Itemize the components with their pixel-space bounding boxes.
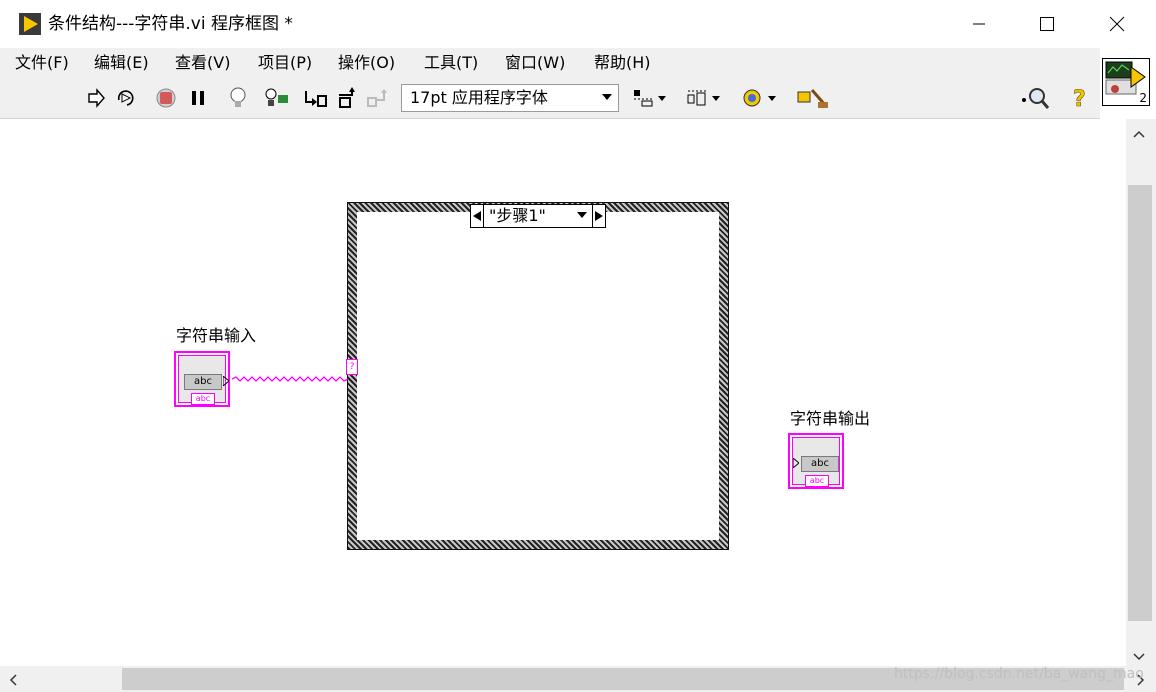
input-label[interactable]: 字符串输入 <box>176 325 256 347</box>
connector-pane-icon[interactable]: 2 <box>1102 58 1150 106</box>
string-display: abc <box>184 374 222 390</box>
output-arrow-icon <box>223 376 229 386</box>
distribute-objects-icon <box>687 90 720 106</box>
watermark: https://blog.csdn.net/ba_wang_mao <box>894 666 1144 682</box>
labview-app-icon <box>18 12 42 36</box>
step-into-button[interactable] <box>303 86 327 110</box>
align-objects-icon <box>634 90 666 107</box>
string-input-terminal[interactable]: abc abc <box>174 351 230 407</box>
menu-edit[interactable]: 编辑(E) <box>94 52 149 74</box>
menu-tools[interactable]: 工具(T) <box>424 52 478 74</box>
chevron-down-icon <box>1133 653 1145 661</box>
case-increment-button[interactable] <box>592 205 605 227</box>
input-arrow-icon <box>793 458 799 468</box>
step-over-icon <box>339 87 355 108</box>
search-button[interactable] <box>1018 86 1052 110</box>
clean-up-diagram-icon <box>797 89 828 108</box>
run-continuously-button[interactable] <box>114 86 138 110</box>
connector-pane-number: 2 <box>1139 91 1147 105</box>
pause-button[interactable] <box>186 86 210 110</box>
step-out-button[interactable] <box>366 86 390 110</box>
menu-project[interactable]: 项目(P) <box>258 52 312 74</box>
case-selector-label: "步骤1" <box>489 206 546 225</box>
step-over-button[interactable] <box>336 86 360 110</box>
step-into-icon <box>305 91 327 107</box>
svg-text:?: ? <box>1073 87 1086 110</box>
maximize-icon <box>1040 17 1054 31</box>
window-title: 条件结构---字符串.vi 程序框图 * <box>48 14 293 34</box>
menu-operate[interactable]: 操作(O) <box>338 52 395 74</box>
case-structure-border <box>348 203 728 549</box>
terminal-body: abc abc <box>178 355 229 405</box>
case-selector-terminal[interactable]: ? <box>346 359 358 375</box>
highlight-execution-button[interactable] <box>226 86 250 110</box>
clean-up-diagram-button[interactable] <box>796 86 830 110</box>
run-continuously-icon <box>117 90 134 106</box>
context-help-icon: ? <box>1073 87 1086 110</box>
case-decrement-button[interactable] <box>471 205 484 227</box>
output-label[interactable]: 字符串输出 <box>790 408 870 430</box>
maximize-button[interactable] <box>1018 0 1076 48</box>
step-out-icon <box>367 89 387 107</box>
minimize-icon <box>973 23 985 25</box>
minimize-button[interactable] <box>950 0 1008 48</box>
string-wire[interactable] <box>232 376 348 382</box>
highlight-execution-icon <box>230 87 246 107</box>
menu-window[interactable]: 窗口(W) <box>505 52 565 74</box>
vertical-scroll-thumb[interactable] <box>1128 185 1152 621</box>
chevron-up-icon <box>1133 130 1145 138</box>
font-select-value: 17pt 应用程序字体 <box>410 88 548 107</box>
abort-button[interactable] <box>154 86 178 110</box>
menu-file[interactable]: 文件(F) <box>15 52 69 74</box>
scroll-up-button[interactable] <box>1132 124 1146 143</box>
reorder-icon <box>743 89 776 107</box>
triangle-left-icon <box>473 211 481 221</box>
distribute-objects-button[interactable] <box>686 86 722 110</box>
retain-wire-values-icon <box>265 88 288 106</box>
pause-icon <box>192 91 204 105</box>
string-type-indicator: abc <box>805 475 829 487</box>
menu-view[interactable]: 查看(V) <box>175 52 230 74</box>
font-select[interactable]: 17pt 应用程序字体 <box>401 84 619 112</box>
chevron-down-icon <box>577 212 587 218</box>
scroll-left-button[interactable] <box>8 672 18 691</box>
abort-icon <box>156 88 176 108</box>
chevron-left-icon <box>9 674 17 686</box>
string-display: abc <box>801 456 839 472</box>
menu-help[interactable]: 帮助(H) <box>594 52 651 74</box>
close-button[interactable] <box>1088 0 1146 48</box>
reorder-button[interactable] <box>740 86 780 110</box>
context-help-button[interactable]: ? <box>1068 86 1092 110</box>
string-type-indicator: abc <box>191 393 215 405</box>
chevron-down-icon <box>602 94 612 100</box>
retain-wire-values-button[interactable] <box>264 86 288 110</box>
run-button[interactable] <box>84 86 108 110</box>
string-output-terminal[interactable]: abc abc <box>788 433 844 489</box>
triangle-right-icon <box>595 211 603 221</box>
close-icon <box>1109 16 1125 32</box>
case-selector[interactable]: "步骤1" <box>470 204 606 228</box>
run-arrow-icon <box>88 88 105 108</box>
align-objects-button[interactable] <box>632 86 668 110</box>
search-icon <box>1022 88 1050 109</box>
terminal-body: abc abc <box>792 437 840 487</box>
